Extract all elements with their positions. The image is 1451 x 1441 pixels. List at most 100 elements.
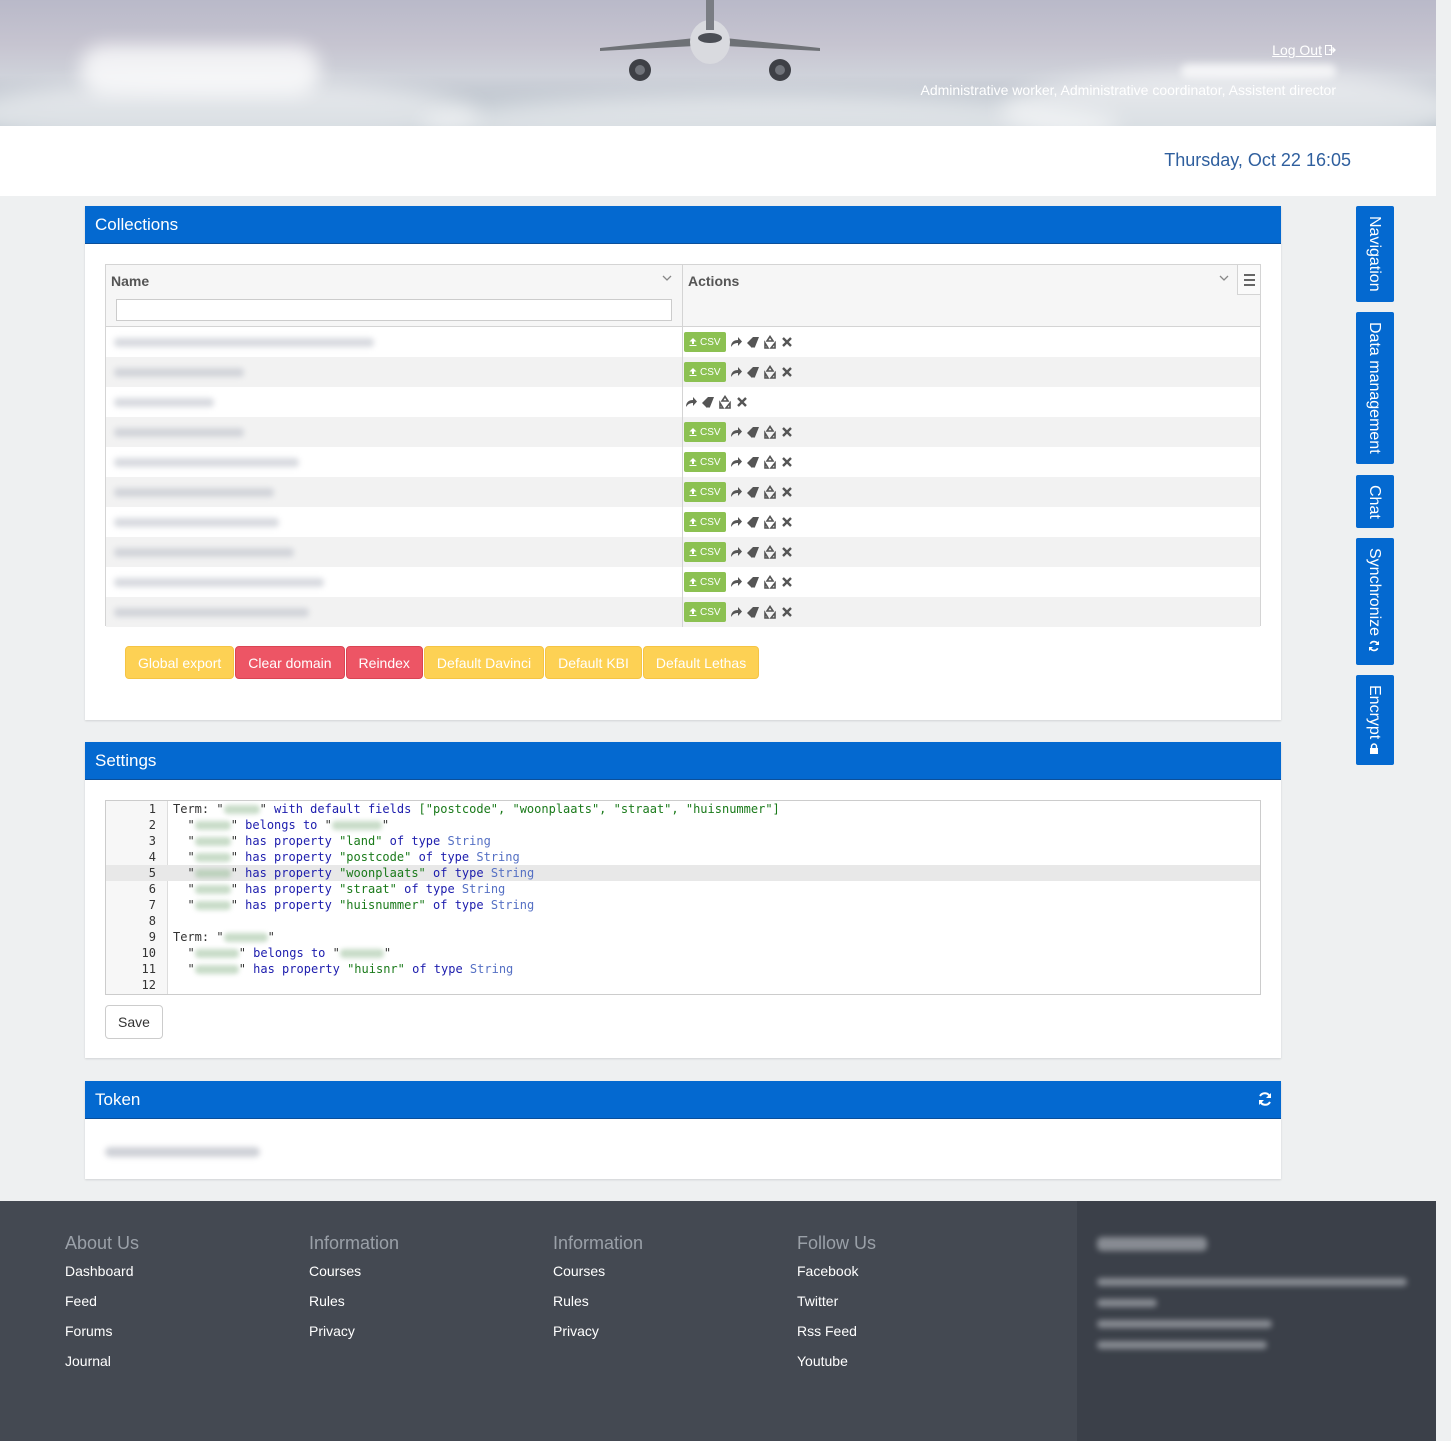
collection-actions-cell: CSV — [683, 357, 797, 387]
eraser-icon[interactable] — [701, 395, 715, 409]
sidetab-label: Navigation — [1366, 216, 1383, 292]
footer-link-youtube[interactable]: Youtube — [797, 1351, 876, 1381]
menu-icon-bar — [1244, 279, 1255, 281]
share-icon[interactable] — [729, 485, 743, 499]
recycle-icon[interactable] — [763, 335, 777, 349]
close-icon[interactable] — [780, 455, 794, 469]
default-kbi-button[interactable]: Default KBI — [545, 646, 642, 679]
csv-upload-button[interactable]: CSV — [684, 602, 726, 622]
close-icon[interactable] — [780, 335, 794, 349]
footer-link-facebook[interactable]: Facebook — [797, 1261, 876, 1291]
csv-upload-button[interactable]: CSV — [684, 452, 726, 472]
footer-link-rss-feed[interactable]: Rss Feed — [797, 1321, 876, 1351]
recycle-icon[interactable] — [718, 395, 732, 409]
line-number: 1 — [148, 802, 156, 816]
share-icon[interactable] — [729, 605, 743, 619]
share-icon[interactable] — [729, 335, 743, 349]
footer-link-twitter[interactable]: Twitter — [797, 1291, 876, 1321]
eraser-icon[interactable] — [746, 485, 760, 499]
actions-column-label: Actions — [688, 273, 740, 289]
footer-link-courses[interactable]: Courses — [309, 1261, 399, 1291]
footer-link-dashboard[interactable]: Dashboard — [65, 1261, 139, 1291]
share-icon[interactable] — [684, 395, 698, 409]
reindex-button[interactable]: Reindex — [345, 646, 423, 679]
recycle-icon[interactable] — [763, 485, 777, 499]
clear-domain-button[interactable]: Clear domain — [235, 646, 345, 679]
close-icon[interactable] — [780, 575, 794, 589]
eraser-icon[interactable] — [746, 335, 760, 349]
close-icon[interactable] — [780, 605, 794, 619]
csv-upload-button[interactable]: CSV — [684, 362, 726, 382]
footer-link-feed[interactable]: Feed — [65, 1291, 139, 1321]
default-lethas-button[interactable]: Default Lethas — [642, 646, 760, 679]
name-filter-input[interactable] — [116, 299, 672, 321]
share-icon[interactable] — [729, 365, 743, 379]
contact-line-redacted — [1097, 1299, 1157, 1307]
default-davinci-button[interactable]: Default Davinci — [423, 646, 545, 679]
share-icon[interactable] — [729, 425, 743, 439]
eraser-icon[interactable] — [746, 365, 760, 379]
collection-name-cell — [106, 357, 683, 387]
footer-link-rules[interactable]: Rules — [553, 1291, 643, 1321]
date-bar: Thursday, Oct 22 16:05 — [0, 126, 1436, 196]
csv-upload-button[interactable]: CSV — [684, 512, 726, 532]
close-icon[interactable] — [780, 545, 794, 559]
share-icon[interactable] — [729, 455, 743, 469]
sidetab-synchronize[interactable]: Synchronize — [1356, 538, 1394, 665]
chevron-down-icon[interactable] — [662, 273, 672, 283]
share-icon[interactable] — [729, 515, 743, 529]
recycle-icon[interactable] — [763, 455, 777, 469]
sidetab-data-management[interactable]: Data management — [1356, 312, 1394, 464]
sidetab-chat[interactable]: Chat — [1356, 475, 1394, 528]
footer-link-courses[interactable]: Courses — [553, 1261, 643, 1291]
recycle-icon[interactable] — [763, 365, 777, 379]
footer-link-privacy[interactable]: Privacy — [309, 1321, 399, 1351]
close-icon[interactable] — [735, 395, 749, 409]
eraser-icon[interactable] — [746, 455, 760, 469]
contact-line-redacted — [1097, 1341, 1267, 1349]
name-column-header[interactable]: Name — [106, 265, 683, 326]
footer-follow-column: Follow Us Facebook Twitter Rss Feed Yout… — [797, 1233, 876, 1381]
code-type: String — [469, 962, 514, 976]
eraser-icon[interactable] — [746, 425, 760, 439]
share-icon[interactable] — [729, 545, 743, 559]
eraser-icon[interactable] — [746, 515, 760, 529]
footer-link-privacy[interactable]: Privacy — [553, 1321, 643, 1351]
footer-link-journal[interactable]: Journal — [65, 1351, 139, 1381]
table-row — [106, 387, 1260, 417]
refresh-icon[interactable] — [1257, 1091, 1273, 1107]
logout-link[interactable]: Log Out — [1272, 42, 1336, 58]
upload-icon — [689, 608, 697, 616]
sidetab-encrypt[interactable]: Encrypt — [1356, 675, 1394, 765]
csv-upload-button[interactable]: CSV — [684, 572, 726, 592]
recycle-icon[interactable] — [763, 605, 777, 619]
term-keyword: Term: — [173, 802, 210, 816]
close-icon[interactable] — [780, 365, 794, 379]
chevron-down-icon[interactable] — [1219, 273, 1229, 283]
eraser-icon[interactable] — [746, 605, 760, 619]
csv-upload-button[interactable]: CSV — [684, 422, 726, 442]
csv-upload-button[interactable]: CSV — [684, 542, 726, 562]
eraser-icon[interactable] — [746, 545, 760, 559]
csv-upload-button[interactable]: CSV — [684, 482, 726, 502]
recycle-icon[interactable] — [763, 425, 777, 439]
actions-column-header[interactable]: Actions — [683, 265, 1239, 326]
recycle-icon[interactable] — [763, 575, 777, 589]
save-button[interactable]: Save — [105, 1005, 163, 1039]
close-icon[interactable] — [780, 485, 794, 499]
global-export-button[interactable]: Global export — [125, 646, 235, 679]
close-icon[interactable] — [780, 515, 794, 529]
footer-link-forums[interactable]: Forums — [65, 1321, 139, 1351]
sidetab-navigation[interactable]: Navigation — [1356, 206, 1394, 302]
footer-link-rules[interactable]: Rules — [309, 1291, 399, 1321]
recycle-icon[interactable] — [763, 545, 777, 559]
csv-upload-button[interactable]: CSV — [684, 332, 726, 352]
collections-panel-title: Collections — [85, 206, 1281, 244]
recycle-icon[interactable] — [763, 515, 777, 529]
settings-code-editor[interactable]: 1 Term: " " with default fields ["postcod… — [105, 800, 1261, 995]
grid-menu-button[interactable] — [1237, 265, 1260, 295]
share-icon[interactable] — [729, 575, 743, 589]
close-icon[interactable] — [780, 425, 794, 439]
cloud — [1000, 70, 1436, 126]
eraser-icon[interactable] — [746, 575, 760, 589]
